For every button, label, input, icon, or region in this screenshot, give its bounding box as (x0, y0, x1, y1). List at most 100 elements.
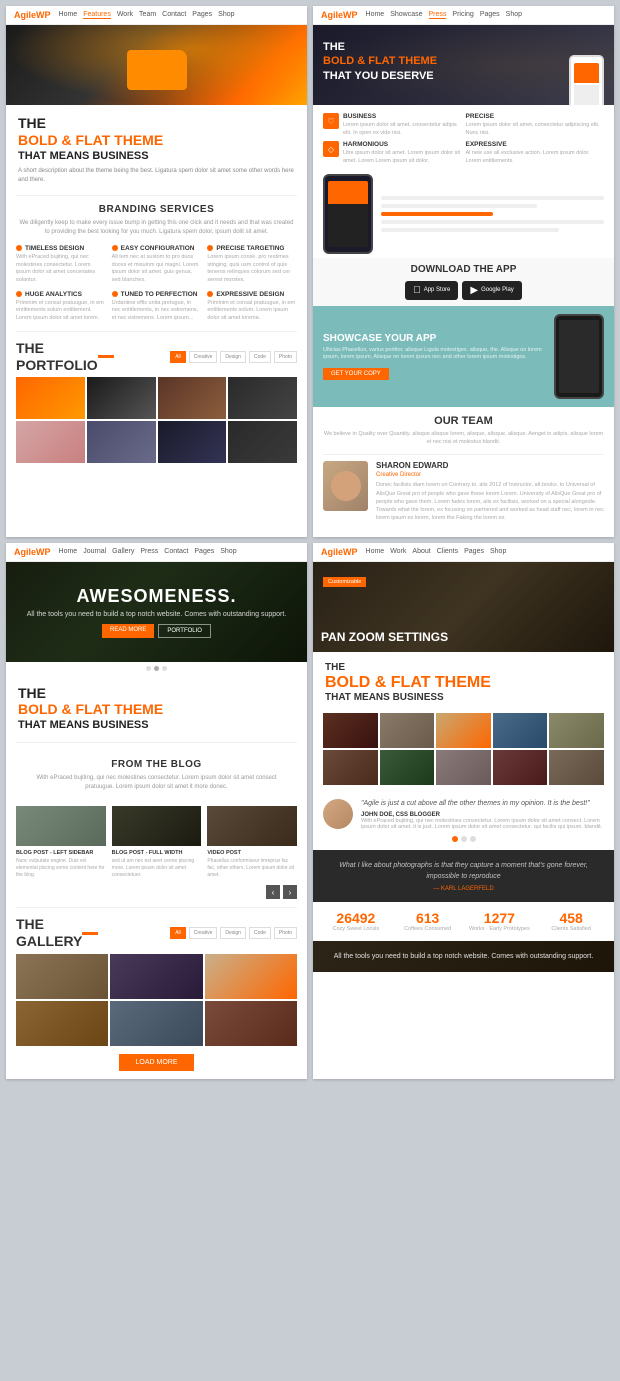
gallery-grid (6, 954, 307, 1046)
testimonial-header: "Agile is just a cut above all the other… (323, 799, 604, 831)
team-avatar-sharon (323, 461, 368, 511)
gal-filter-code[interactable]: Code (249, 927, 271, 939)
page-prev[interactable]: ‹ (266, 885, 280, 899)
gallery-item-3[interactable] (205, 954, 297, 999)
feature-title-4: HUGE ANALYTICS (16, 291, 106, 298)
gallery-item-4[interactable] (16, 1001, 108, 1046)
feature-title-3: PRECISE TARGETING (207, 245, 297, 252)
hero-dark: THE BOLD & FLAT THEME THAT YOU DESERVE (313, 25, 614, 105)
nav-features-1[interactable]: Features (83, 11, 111, 19)
t-dot-3[interactable] (470, 836, 476, 842)
nav-team-1[interactable]: Team (139, 11, 156, 19)
nav-press-3[interactable]: Press (140, 548, 158, 555)
portfolio-item-3[interactable] (158, 377, 227, 419)
portfolio-item-6[interactable] (87, 421, 156, 463)
showcase-app-btn[interactable]: GET YOUR COPY (323, 368, 389, 380)
nav-gallery-3[interactable]: Gallery (112, 548, 134, 555)
app-icon-1: ♡ (323, 113, 339, 129)
nav-home-4[interactable]: Home (366, 548, 385, 555)
hero-awesomeness: AWESOMENESS. All the tools you need to b… (6, 562, 307, 662)
nav-work-1[interactable]: Work (117, 11, 133, 19)
google-play-btn[interactable]: ▶ Google Play (462, 281, 521, 300)
stat-label-2: Coffees Consumed (395, 926, 461, 934)
nav-contact-1[interactable]: Contact (162, 11, 186, 19)
collage-1 (323, 713, 378, 748)
page-next[interactable]: › (283, 885, 297, 899)
nav-pages-1[interactable]: Pages (192, 11, 212, 19)
nav-home-3[interactable]: Home (59, 548, 78, 555)
nav-work-4[interactable]: Work (390, 548, 406, 555)
panel-2: AgileWP Home Showcase Press Pricing Page… (313, 6, 614, 537)
portfolio-item-4[interactable] (228, 377, 297, 419)
logo-3: AgileWP (14, 547, 51, 557)
nav-shop-1[interactable]: Shop (218, 11, 234, 19)
showcase-phone (554, 314, 604, 399)
nav-journal-3[interactable]: Journal (83, 548, 106, 555)
headline-the-3: THE (18, 685, 295, 702)
portfolio-item-5[interactable] (16, 421, 85, 463)
quote-text: What I like about photographs is that th… (325, 860, 602, 882)
nav-clients-4[interactable]: Clients (437, 548, 458, 555)
blog-item-1: BLOG POST - LEFT SIDEBAR Nunc vulputate … (16, 806, 106, 879)
portfolio-item-1[interactable] (16, 377, 85, 419)
portfolio-item-8[interactable] (228, 421, 297, 463)
nav-links-2: Home Showcase Press Pricing Pages Shop (366, 11, 523, 19)
nav-home-2[interactable]: Home (366, 11, 385, 19)
nav-links-4: Home Work About Clients Pages Shop (366, 548, 507, 555)
gallery-item-5[interactable] (110, 1001, 202, 1046)
gal-filter-photo[interactable]: Photo (274, 927, 297, 939)
t-dot-1[interactable] (452, 836, 458, 842)
feature-1: TIMELESS DESIGN With ePraced bujiting, q… (16, 245, 106, 285)
collage-5 (549, 713, 604, 748)
gallery-item-2[interactable] (110, 954, 202, 999)
nav-about-4[interactable]: About (412, 548, 430, 555)
gal-filter-all[interactable]: All (170, 927, 186, 939)
nav-shop-3[interactable]: Shop (220, 548, 236, 555)
nav-pages-3[interactable]: Pages (194, 548, 214, 555)
headline-4: THE BOLD & FLAT THEME THAT MEANS BUSINES… (313, 652, 614, 713)
t-dot-2[interactable] (461, 836, 467, 842)
stat-4: 458 Clients Satisfied (538, 910, 604, 934)
portfolio-item-7[interactable] (158, 421, 227, 463)
app-feature-3: ◇ HARMONIOUS Litre ipsum dolor sit amet.… (323, 141, 462, 165)
filter-all[interactable]: All (170, 351, 186, 363)
filter-photo[interactable]: Photo (274, 351, 297, 363)
nav-pages-4[interactable]: Pages (464, 548, 484, 555)
nav-contact-3[interactable]: Contact (164, 548, 188, 555)
p4-means: THAT MEANS BUSINESS (325, 692, 602, 703)
branding-sub: We diligently keep to make every issue b… (6, 219, 307, 245)
portfolio-item-2[interactable] (87, 377, 156, 419)
blog-desc-1: Nunc vulputate engine. Duis vel elementa… (16, 858, 106, 879)
filter-creative[interactable]: Creative (189, 351, 218, 363)
nav-shop-4[interactable]: Shop (490, 548, 506, 555)
feature-dot-3 (207, 245, 213, 251)
testimonial-avatar (323, 799, 353, 829)
gal-filter-creative[interactable]: Creative (189, 927, 218, 939)
stat-1: 26492 Cozy Sweet Locals (323, 910, 389, 934)
blog-section: FROM THE BLOG With ePraced bujiting, qui… (6, 743, 307, 907)
stat-label-4: Clients Satisfied (538, 926, 604, 934)
nav-pages-2[interactable]: Pages (480, 11, 500, 19)
blog-item-2: BLOG POST - FULL WIDTH sed ut am nec est… (112, 806, 202, 879)
portfolio-btn[interactable]: PORTFOLIO (158, 624, 211, 638)
read-more-btn[interactable]: READ MORE (102, 624, 154, 638)
panel-3: AgileWP Home Journal Gallery Press Conta… (6, 543, 307, 1079)
headline-1: THE BOLD & FLAT THEME THAT MEANS BUSINES… (6, 105, 307, 195)
gal-filter-design[interactable]: Design (220, 927, 246, 939)
nav-showcase-2[interactable]: Showcase (390, 11, 422, 19)
testimonial-desc: With ePraced bujiting, qui nec molestine… (361, 818, 604, 830)
gallery-accent (82, 932, 98, 935)
download-buttons:  App Store ▶ Google Play (323, 281, 604, 300)
nav-press-2[interactable]: Press (429, 11, 447, 19)
gallery-item-1[interactable] (16, 954, 108, 999)
app-store-btn[interactable]:  App Store (405, 281, 458, 300)
gallery-item-6[interactable] (205, 1001, 297, 1046)
awesomeness-btns: READ MORE PORTFOLIO (102, 624, 211, 638)
filter-code[interactable]: Code (249, 351, 271, 363)
nav-shop-2[interactable]: Shop (506, 11, 522, 19)
portfolio-accent (98, 355, 114, 358)
nav-home-1[interactable]: Home (59, 11, 78, 19)
filter-design[interactable]: Design (220, 351, 246, 363)
nav-pricing-2[interactable]: Pricing (452, 11, 473, 19)
load-more-btn[interactable]: LOAD MORE (119, 1054, 193, 1071)
